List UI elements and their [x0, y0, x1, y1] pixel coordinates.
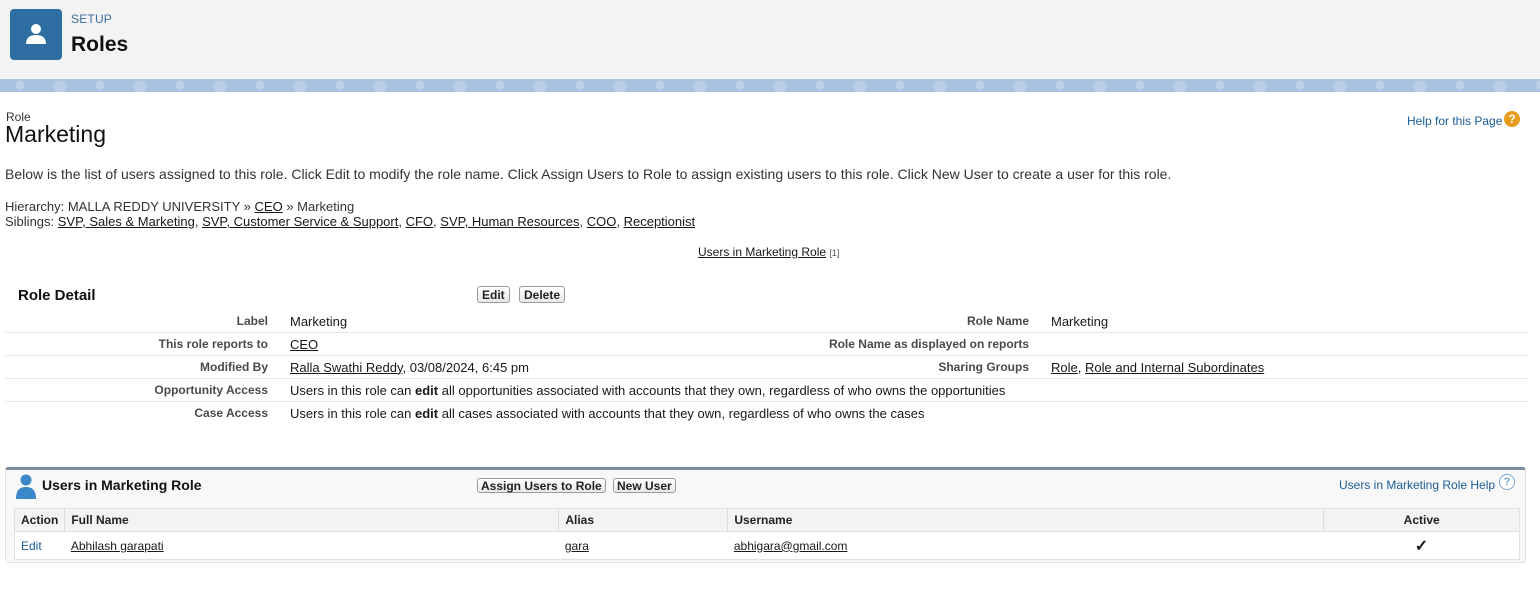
case-text: all cases associated with accounts that …: [438, 405, 925, 421]
detail-row: Label Marketing Role Name Marketing: [5, 310, 1527, 333]
users-table: Action Full Name Alias Username Active E…: [14, 508, 1520, 560]
field-label: Sharing Groups: [752, 355, 1051, 379]
modified-by-user-link[interactable]: Ralla Swathi Reddy: [290, 360, 402, 375]
detail-row: Modified By Ralla Swathi Reddy, 03/08/20…: [5, 355, 1527, 379]
field-label: Opportunity Access: [5, 378, 290, 402]
jump-count: [1]: [829, 248, 840, 258]
sharing-group-role-link[interactable]: Role: [1051, 360, 1078, 375]
opp-access-level: edit: [415, 382, 439, 398]
opp-text: all opportunities associated with accoun…: [438, 382, 1006, 398]
field-label: Case Access: [194, 406, 268, 420]
case-access-level: edit: [415, 405, 439, 421]
role-heading: Marketing: [5, 121, 106, 147]
help-for-page-link[interactable]: Help for this Page: [1407, 114, 1502, 128]
users-in-role-related-list: Users in Marketing Role Assign Users to …: [5, 467, 1526, 563]
setup-user-icon: [10, 9, 62, 60]
hierarchy-label: Hierarchy: MALLA REDDY UNIVERSITY »: [5, 199, 251, 214]
field-value: Marketing: [1051, 310, 1527, 333]
field-label: Label: [5, 310, 290, 333]
hierarchy-tail: » Marketing: [286, 199, 355, 214]
case-text: Users in this role can: [290, 405, 415, 421]
sibling-link[interactable]: SVP, Customer Service & Support: [202, 214, 398, 229]
row-edit-link[interactable]: Edit: [21, 539, 42, 553]
user-username-link[interactable]: abhigara@gmail.com: [734, 539, 848, 553]
help-icon[interactable]: ?: [1499, 474, 1515, 490]
siblings-list: Siblings: SVP, Sales & Marketing, SVP, C…: [5, 214, 696, 229]
field-value: [1051, 332, 1527, 356]
field-label: Role Name as displayed on reports: [752, 332, 1051, 356]
reports-to-link[interactable]: CEO: [290, 337, 318, 352]
related-list-title: Users in Marketing Role: [42, 477, 202, 493]
field-value: Users in this role can edit all opportun…: [290, 378, 1527, 402]
table-header-row: Action Full Name Alias Username Active: [14, 508, 1520, 532]
sibling-link[interactable]: SVP, Human Resources: [440, 214, 579, 229]
column-header-action: Action: [14, 508, 65, 532]
hierarchy-breadcrumb: Hierarchy: MALLA REDDY UNIVERSITY » CEO …: [5, 199, 354, 214]
field-value: Marketing: [290, 310, 752, 333]
detail-row: Case Access Users in this role can edit …: [5, 402, 1527, 425]
column-header-alias[interactable]: Alias: [558, 508, 728, 532]
sibling-link[interactable]: CFO: [406, 214, 433, 229]
sibling-link[interactable]: COO: [587, 214, 617, 229]
hierarchy-ceo-link[interactable]: CEO: [255, 199, 283, 214]
new-user-button[interactable]: New User: [613, 478, 676, 493]
column-header-active[interactable]: Active: [1323, 508, 1520, 532]
field-label: This role reports to: [5, 332, 290, 356]
sibling-link[interactable]: SVP, Sales & Marketing: [58, 214, 195, 229]
modified-date: , 03/08/2024, 6:45 pm: [402, 359, 529, 375]
active-checkmark-icon: ✓: [1414, 537, 1429, 555]
role-detail-title: Role Detail: [18, 287, 96, 304]
field-value: Users in this role can edit all cases as…: [290, 402, 1527, 425]
decorative-band: [0, 79, 1540, 92]
user-alias-link[interactable]: gara: [565, 539, 589, 553]
users-in-role-jump-link[interactable]: Users in Marketing Role: [698, 245, 826, 259]
page-title: Roles: [71, 33, 129, 56]
table-row: Edit Abhilash garapati gara abhigara@gma…: [15, 532, 1520, 560]
column-header-full-name[interactable]: Full Name: [64, 508, 559, 532]
detail-row: Opportunity Access Users in this role ca…: [5, 378, 1527, 402]
user-icon: [15, 473, 37, 504]
sibling-link[interactable]: Receptionist: [624, 214, 696, 229]
delete-button[interactable]: Delete: [519, 286, 566, 303]
detail-row: This role reports to CEO Role Name as di…: [5, 332, 1527, 356]
setup-header: SETUP Roles: [0, 0, 1540, 79]
setup-label: SETUP: [71, 12, 113, 26]
page-description: Below is the list of users assigned to t…: [5, 166, 1172, 182]
column-header-username[interactable]: Username: [727, 508, 1324, 532]
siblings-label: Siblings:: [5, 214, 55, 229]
field-label: Modified By: [5, 355, 290, 379]
related-list-jump: Users in Marketing Role [1]: [698, 245, 839, 259]
related-list-help-link[interactable]: Users in Marketing Role Help: [1339, 478, 1495, 492]
assign-users-button[interactable]: Assign Users to Role: [477, 478, 606, 493]
sharing-separator: ,: [1077, 359, 1085, 375]
opp-text: Users in this role can: [290, 382, 415, 398]
sharing-group-subordinates-link[interactable]: Role and Internal Subordinates: [1085, 360, 1264, 375]
field-label: Role Name: [752, 310, 1051, 333]
edit-button[interactable]: Edit: [477, 286, 510, 303]
role-detail-table: Label Marketing Role Name Marketing This…: [5, 310, 1527, 424]
user-full-name-link[interactable]: Abhilash garapati: [71, 539, 164, 553]
help-question-icon[interactable]: ?: [1504, 111, 1520, 127]
